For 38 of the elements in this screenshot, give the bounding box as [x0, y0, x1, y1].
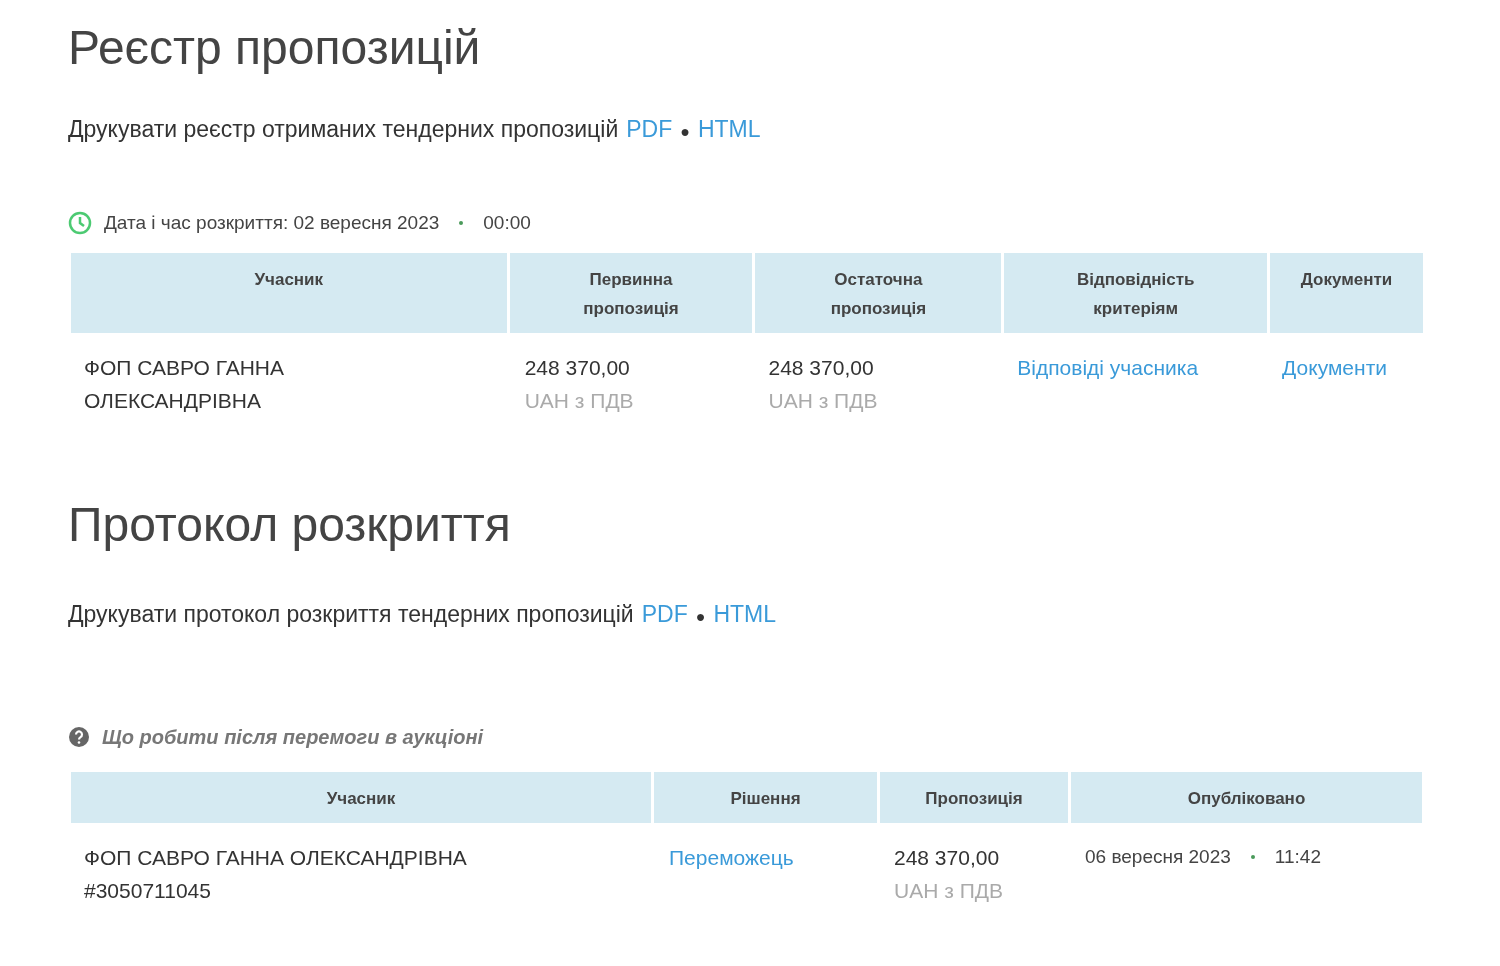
- participant-name: ФОП САВРО ГАННА ОЛЕКСАНДРІВНА: [84, 355, 285, 414]
- column-header: Документи: [1270, 253, 1423, 333]
- currency-text: UAH з ПДВ: [524, 388, 635, 414]
- amount-text: 248 370,00: [894, 844, 1001, 871]
- section-title: Протокол розкриття: [68, 497, 512, 553]
- column-header: Первинна пропозиція: [509, 253, 753, 333]
- participant-name: ФОП САВРО ГАННА ОЛЕКСАНДРІВНА: [84, 844, 468, 871]
- amount-text: 248 370,00: [768, 355, 875, 381]
- page-title: Реєстр пропозицій: [68, 20, 482, 76]
- separator-dot: ●: [695, 607, 706, 627]
- column-header: Учасник: [71, 253, 507, 333]
- column-header: Остаточна пропозиція: [755, 253, 1002, 333]
- column-header: Пропозиція: [880, 771, 1068, 823]
- column-header: Учасник: [71, 771, 651, 823]
- decision-link[interactable]: Переможець: [669, 845, 794, 869]
- opening-time: 00:00: [483, 210, 531, 235]
- print-label: Друкувати реєстр отриманих тендерних пропозицій: [68, 115, 619, 144]
- column-header: Опубліковано: [1071, 771, 1422, 823]
- column-header: Рішення: [654, 771, 877, 823]
- published-date: 06 вересня 2023: [1085, 844, 1231, 869]
- currency-text: UAH з ПДВ: [768, 388, 879, 414]
- documents-link[interactable]: Документи: [1282, 356, 1387, 379]
- opening-date: Дата і час розкриття: 02 вересня 2023: [104, 210, 440, 235]
- column-header: Відповідність критеріям: [1004, 253, 1268, 333]
- separator-dot: ●: [680, 122, 690, 142]
- currency-text: UAH з ПДВ: [894, 877, 1004, 904]
- participant-id: #3050711045: [84, 877, 212, 904]
- html-link[interactable]: HTML: [713, 597, 776, 632]
- print-label: Друкувати протокол розкриття тендерних пропозицій: [68, 600, 634, 629]
- clock-icon: [68, 210, 92, 235]
- answers-link[interactable]: Відповіді учасника: [1017, 356, 1199, 379]
- published-time: 11:42: [1274, 844, 1321, 869]
- help-icon: [68, 725, 90, 748]
- pdf-link[interactable]: PDF: [641, 597, 688, 632]
- html-link[interactable]: HTML: [697, 112, 761, 147]
- help-link[interactable]: Що робити після перемоги в аукціоні: [102, 721, 484, 752]
- pdf-link[interactable]: PDF: [626, 112, 673, 147]
- amount-text: 248 370,00: [524, 355, 631, 381]
